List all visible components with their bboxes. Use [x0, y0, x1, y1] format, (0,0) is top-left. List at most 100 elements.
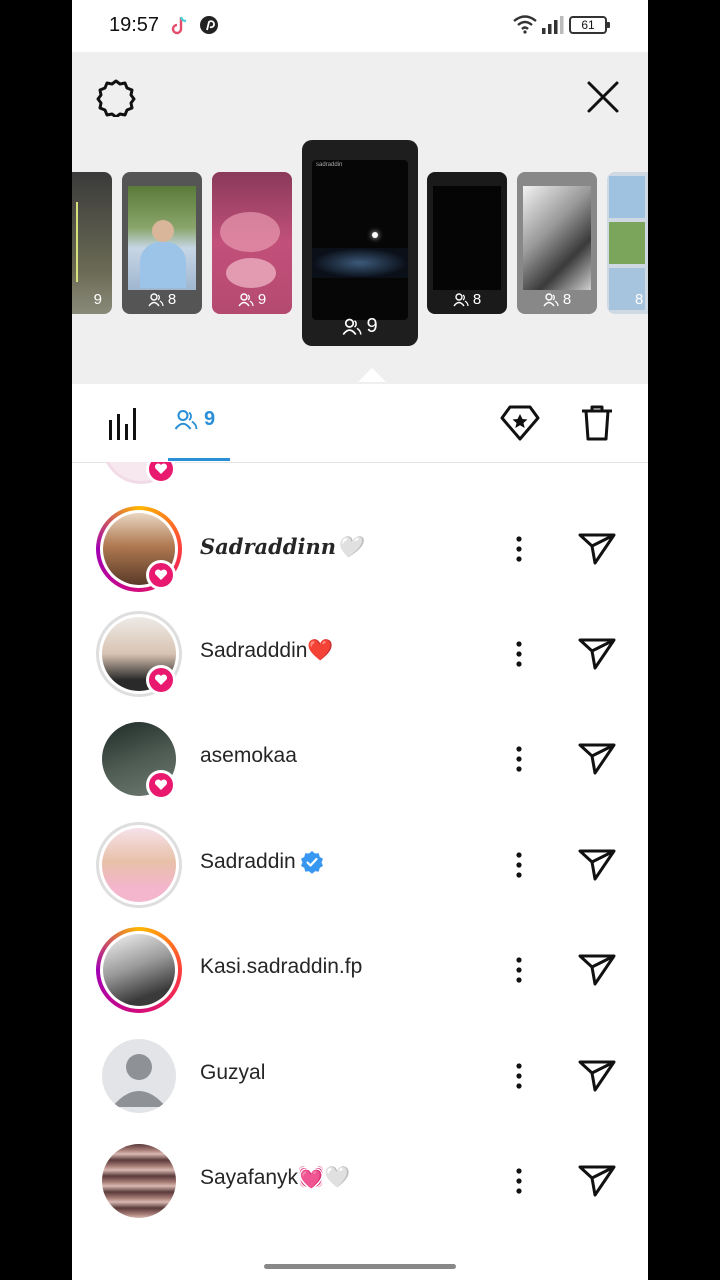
viewer-count: 9: [302, 315, 418, 338]
avatar[interactable]: [102, 828, 176, 902]
collage-tile: [609, 176, 645, 218]
wifi-icon: [513, 15, 537, 34]
send-icon[interactable]: [578, 637, 616, 671]
avatar[interactable]: [103, 934, 175, 1006]
face-shape: [152, 220, 174, 242]
heart-badge-icon: [146, 665, 176, 695]
avatar-ring: [96, 927, 182, 1013]
more-options-icon[interactable]: [512, 744, 526, 774]
avatar-ring: [96, 822, 182, 908]
story-thumbnail[interactable]: 9: [72, 172, 112, 314]
avatar-frame: [100, 931, 178, 1009]
status-time: 19:57: [109, 14, 160, 36]
viewers-icon: [148, 292, 164, 306]
avatar[interactable]: [102, 1039, 176, 1113]
viewers-list[interactable]: Sadraddinn🤍 Sadradddin❤️ asemokaa Sadrad…: [72, 462, 648, 1242]
drum-shape: [220, 212, 280, 252]
viewer-count-value: 9: [366, 315, 378, 337]
gear-icon[interactable]: [96, 77, 136, 117]
viewer-count: 9: [212, 291, 292, 308]
viewer-username-text: Sadraddin: [200, 850, 296, 873]
list-item[interactable]: Sadraddinn🤍: [72, 498, 648, 598]
default-user-icon: [112, 1054, 166, 1107]
hoodie-shape: [140, 242, 186, 288]
viewer-count: 8: [517, 291, 597, 308]
story-viewers-screen: 19:57 61 9 8 9 sadraddin 9 8 8 8 9 Sadra…: [72, 0, 648, 1280]
viewer-username[interactable]: Sayafanyk💓🤍: [200, 1166, 350, 1190]
story-strip-area: 9 8 9 sadraddin 9 8 8 8: [72, 52, 648, 384]
send-icon[interactable]: [578, 532, 616, 566]
avatar-ring: [96, 1138, 182, 1224]
signal-icon: [542, 16, 564, 34]
list-item[interactable]: Guzyal: [72, 1025, 648, 1125]
status-bar: 19:57 61: [72, 0, 648, 52]
viewer-count-value: 9: [93, 291, 102, 308]
viewers-icon: [342, 318, 362, 335]
send-icon[interactable]: [578, 1059, 616, 1093]
story-thumbnail[interactable]: 9: [212, 172, 292, 314]
more-options-icon[interactable]: [512, 639, 526, 669]
viewer-username[interactable]: Kasi.sadraddin.fp: [200, 955, 362, 979]
list-item[interactable]: Sadraddin: [72, 814, 648, 914]
avatar-frame: [99, 825, 179, 905]
viewer-count: 9: [72, 291, 112, 308]
list-item[interactable]: Sadradddin❤️: [72, 603, 648, 703]
story-image: [312, 160, 408, 320]
send-icon[interactable]: [578, 953, 616, 987]
story-image: [128, 186, 196, 290]
tab-viewers-count: 9: [204, 408, 216, 430]
drum-shape: [226, 258, 276, 288]
trash-icon[interactable]: [580, 404, 614, 442]
viewer-count: 8: [427, 291, 507, 308]
story-image: [523, 186, 591, 290]
list-item[interactable]: asemokaa: [72, 708, 648, 808]
avatar[interactable]: [102, 1144, 176, 1218]
viewer-count-value: 8: [562, 291, 572, 308]
collage-tile: [609, 222, 645, 264]
viewers-icon: [543, 292, 559, 306]
pinterest-icon: [200, 16, 218, 34]
viewer-username[interactable]: Guzyal: [200, 1061, 265, 1085]
highlight-icon[interactable]: [500, 404, 540, 442]
viewer-username[interactable]: Sadraddin: [200, 850, 324, 874]
heart-badge-icon: [146, 560, 176, 590]
story-thumbnail[interactable]: 8: [122, 172, 202, 314]
send-icon[interactable]: [578, 848, 616, 882]
viewers-icon: [453, 292, 469, 306]
stage-light-beam: [76, 202, 78, 282]
list-item[interactable]: Kasi.sadraddin.fp: [72, 919, 648, 1019]
more-options-icon[interactable]: [512, 1166, 526, 1196]
viewer-count-value: 8: [635, 291, 644, 308]
battery-indicator: 61: [569, 16, 610, 34]
viewer-count-value: 9: [257, 291, 267, 308]
avatar-ring: [96, 1033, 182, 1119]
viewers-icon: [174, 409, 198, 430]
story-thumbnail[interactable]: 8: [427, 172, 507, 314]
more-options-icon[interactable]: [512, 850, 526, 880]
list-item[interactable]: Sayafanyk💓🤍: [72, 1130, 648, 1230]
viewers-icon: [238, 292, 254, 306]
story-thumbnail-selected[interactable]: sadraddin 9: [302, 140, 418, 346]
viewers-tab-bar: 9: [72, 384, 648, 463]
tiktok-icon: [171, 16, 187, 35]
story-thumbnail[interactable]: 8: [517, 172, 597, 314]
home-indicator[interactable]: [264, 1264, 456, 1269]
close-icon[interactable]: [586, 80, 620, 114]
viewer-username[interactable]: asemokaa: [200, 744, 297, 768]
send-icon[interactable]: [578, 1164, 616, 1198]
more-options-icon[interactable]: [512, 534, 526, 564]
viewer-count: 8: [122, 291, 202, 308]
send-icon[interactable]: [578, 742, 616, 776]
bar-chart-icon[interactable]: [108, 406, 140, 440]
viewer-username[interactable]: Sadradddin❤️: [200, 639, 334, 663]
viewer-count-value: 8: [472, 291, 482, 308]
story-header-username: sadraddin: [316, 162, 343, 168]
story-thumbnail[interactable]: 8: [607, 172, 648, 314]
moon-shape: [372, 232, 378, 238]
tab-viewers[interactable]: 9: [174, 408, 215, 431]
story-image: [433, 186, 501, 290]
viewer-username[interactable]: Sadraddinn🤍: [200, 534, 362, 560]
more-options-icon[interactable]: [512, 955, 526, 985]
more-options-icon[interactable]: [512, 1061, 526, 1091]
city-lights: [312, 248, 408, 278]
